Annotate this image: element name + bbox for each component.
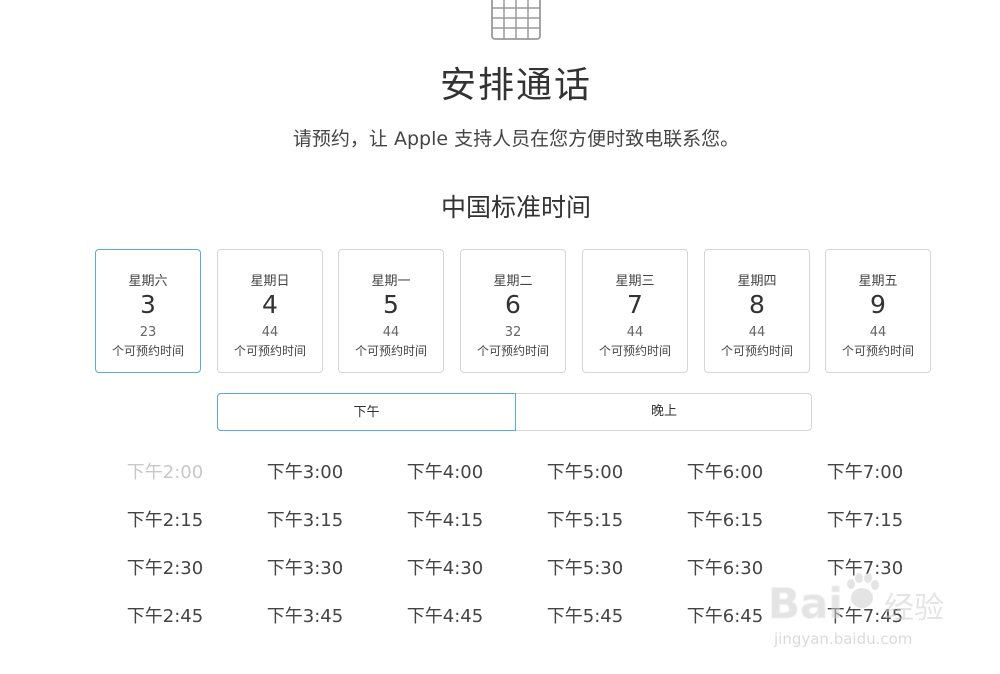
day-card[interactable]: 星期日 4 44 个可预约时间: [217, 249, 323, 373]
day-available-label: 个可预约时间: [476, 344, 549, 358]
time-slot[interactable]: 下午3:30: [235, 554, 375, 580]
timezone-label: 中国标准时间: [440, 193, 591, 222]
svg-text:jingyan.baidu.com: jingyan.baidu.com: [773, 630, 912, 648]
time-slot: 下午2:00: [126, 462, 204, 483]
day-date: 3: [140, 290, 156, 319]
page-subtitle: 请预约，让 Apple 支持人员在您方便时致电联系您。: [292, 128, 740, 150]
day-available-count: 23: [139, 325, 157, 340]
time-slot[interactable]: 下午2:15: [95, 506, 235, 532]
time-slot[interactable]: 下午5:45: [515, 602, 655, 628]
day-card[interactable]: 星期六 3 23 个可预约时间: [95, 249, 201, 373]
day-weekday: 星期一: [371, 274, 411, 289]
day-date: 9: [870, 290, 886, 319]
day-card[interactable]: 星期四 8 44 个可预约时间: [704, 249, 810, 373]
time-slot[interactable]: 下午7:00: [795, 458, 935, 484]
day-available-count: 44: [869, 325, 887, 340]
calendar-icon: [491, 0, 541, 40]
day-available-count: 32: [504, 325, 522, 340]
day-card[interactable]: 星期五 9 44 个可预约时间: [825, 249, 931, 373]
time-slot[interactable]: 下午4:15: [375, 506, 515, 532]
day-date: 5: [383, 290, 399, 319]
day-available-label: 个可预约时间: [841, 344, 914, 358]
day-available-count: 44: [626, 325, 644, 340]
time-slot[interactable]: 下午7:30: [795, 554, 935, 580]
time-slot[interactable]: 下午6:30: [655, 554, 795, 580]
day-weekday: 星期五: [858, 274, 898, 289]
time-slot[interactable]: 下午4:00: [375, 458, 515, 484]
time-slot[interactable]: 下午4:45: [375, 602, 515, 628]
time-slot[interactable]: 下午7:15: [795, 506, 935, 532]
day-card[interactable]: 星期一 5 44 个可预约时间: [338, 249, 444, 373]
day-card[interactable]: 星期三 7 44 个可预约时间: [582, 249, 688, 373]
day-available-label: 个可预约时间: [233, 344, 306, 358]
time-slot[interactable]: 下午5:15: [515, 506, 655, 532]
day-available-label: 个可预约时间: [111, 344, 184, 358]
time-slot[interactable]: 下午4:30: [375, 554, 515, 580]
day-date: 8: [749, 290, 765, 319]
day-available-label: 个可预约时间: [598, 344, 671, 358]
day-available-label: 个可预约时间: [354, 344, 427, 358]
day-available-count: 44: [261, 325, 279, 340]
time-slot[interactable]: 下午3:45: [235, 602, 375, 628]
day-available-label: 个可预约时间: [720, 344, 793, 358]
day-weekday: 星期日: [250, 274, 290, 289]
time-slot[interactable]: 下午6:45: [655, 602, 795, 628]
day-card[interactable]: 星期二 6 32 个可预约时间: [460, 249, 566, 373]
day-weekday: 星期二: [493, 274, 533, 289]
time-slot[interactable]: 下午3:15: [235, 506, 375, 532]
day-weekday: 星期三: [615, 274, 655, 289]
day-date: 7: [627, 290, 643, 319]
period-segmented-control: 下午 晚上: [217, 393, 812, 431]
page-title: 安排通话: [439, 65, 592, 106]
schedule-call-page: 安排通话 请预约，让 Apple 支持人员在您方便时致电联系您。 中国标准时间 …: [0, 0, 1000, 674]
time-slot[interactable]: 下午5:30: [515, 554, 655, 580]
time-slot[interactable]: 下午2:45: [95, 602, 235, 628]
tab-evening[interactable]: 晚上: [516, 393, 812, 431]
day-available-count: 44: [748, 325, 766, 340]
tab-afternoon[interactable]: 下午: [217, 393, 516, 431]
day-picker: 星期六 3 23 个可预约时间 星期日 4 44 个可预约时间 星期一 5 44 个可预约时间 星期二 6…: [95, 249, 935, 375]
time-slot[interactable]: 下午3:00: [235, 458, 375, 484]
time-slot[interactable]: 下午2:30: [95, 554, 235, 580]
day-date: 4: [262, 290, 278, 319]
day-weekday: 星期四: [737, 274, 777, 289]
day-available-count: 44: [382, 325, 400, 340]
day-weekday: 星期六: [128, 274, 168, 289]
time-slot[interactable]: 下午6:15: [655, 506, 795, 532]
time-slot[interactable]: 下午7:45: [795, 602, 935, 628]
time-slot[interactable]: 下午5:00: [515, 458, 655, 484]
time-slot[interactable]: 下午6:00: [655, 458, 795, 484]
day-date: 6: [505, 290, 521, 319]
